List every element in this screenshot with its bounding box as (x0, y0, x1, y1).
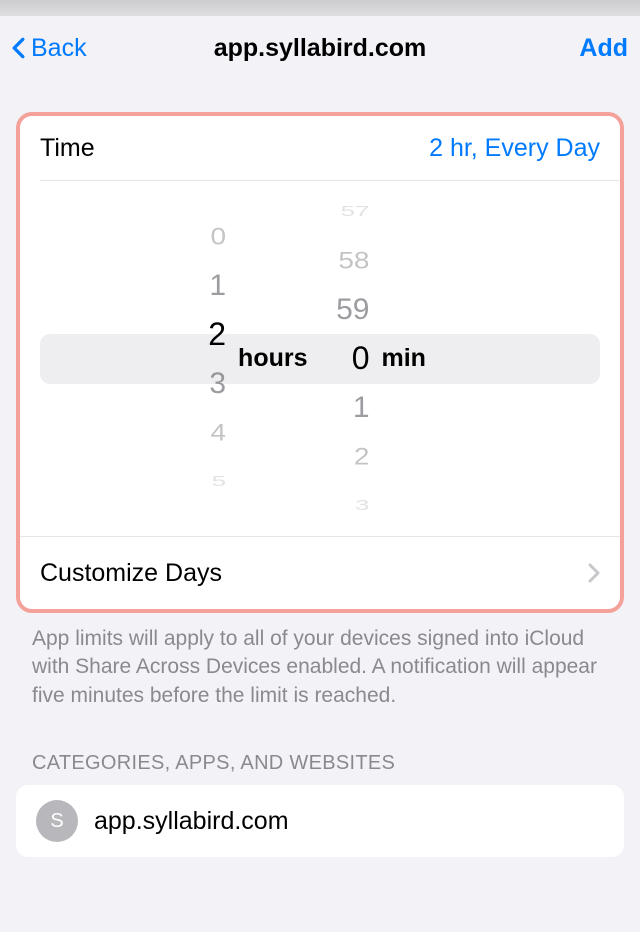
app-list: S app.syllabird.com (16, 785, 624, 857)
add-button[interactable]: Add (579, 34, 628, 63)
minutes-column[interactable]: 57 58 59 0 1 2 3 min (318, 181, 466, 536)
hours-unit: hours (238, 344, 307, 373)
minutes-unit: min (382, 344, 426, 373)
customize-days-row[interactable]: Customize Days (20, 537, 620, 609)
picker-item: 3 (209, 359, 226, 408)
picker-item: 59 (336, 285, 369, 334)
picker-item: 2 (354, 436, 370, 478)
time-value: 2 hr, Every Day (429, 134, 600, 163)
picker-item: 3 (355, 492, 369, 519)
customize-days-label: Customize Days (40, 559, 222, 588)
chevron-right-icon (588, 563, 600, 583)
app-icon: S (36, 800, 78, 842)
nav-bar: Back app.syllabird.com Add (0, 16, 640, 80)
time-picker[interactable]: 0 1 2 3 4 5 hours 57 (20, 181, 620, 536)
picker-item: 58 (338, 240, 369, 282)
time-row[interactable]: Time 2 hr, Every Day (20, 116, 620, 180)
background-shadow (0, 0, 640, 16)
help-text: App limits will apply to all of your dev… (0, 613, 640, 710)
list-item[interactable]: S app.syllabird.com (16, 785, 624, 857)
time-label: Time (40, 134, 95, 163)
picker-item: 1 (209, 261, 226, 310)
back-label: Back (31, 34, 87, 63)
nav-title: app.syllabird.com (214, 34, 427, 62)
chevron-left-icon (12, 37, 25, 59)
back-button[interactable]: Back (12, 34, 122, 63)
app-name: app.syllabird.com (94, 807, 289, 836)
picker-item: 57 (341, 198, 370, 225)
hours-column[interactable]: 0 1 2 3 4 5 hours (174, 181, 317, 536)
sheet: Back app.syllabird.com Add Time 2 hr, Ev… (0, 16, 640, 932)
picker-item: 5 (212, 468, 226, 495)
section-header: CATEGORIES, APPS, AND WEBSITES (0, 710, 640, 785)
picker-item: 4 (210, 411, 226, 453)
picker-item-selected: 2 (208, 310, 226, 359)
time-limit-card: Time 2 hr, Every Day 0 1 2 3 4 (16, 112, 624, 613)
picker-item-selected: 0 (352, 334, 370, 383)
picker-item: 1 (353, 383, 370, 432)
picker-item: 0 (210, 215, 226, 257)
